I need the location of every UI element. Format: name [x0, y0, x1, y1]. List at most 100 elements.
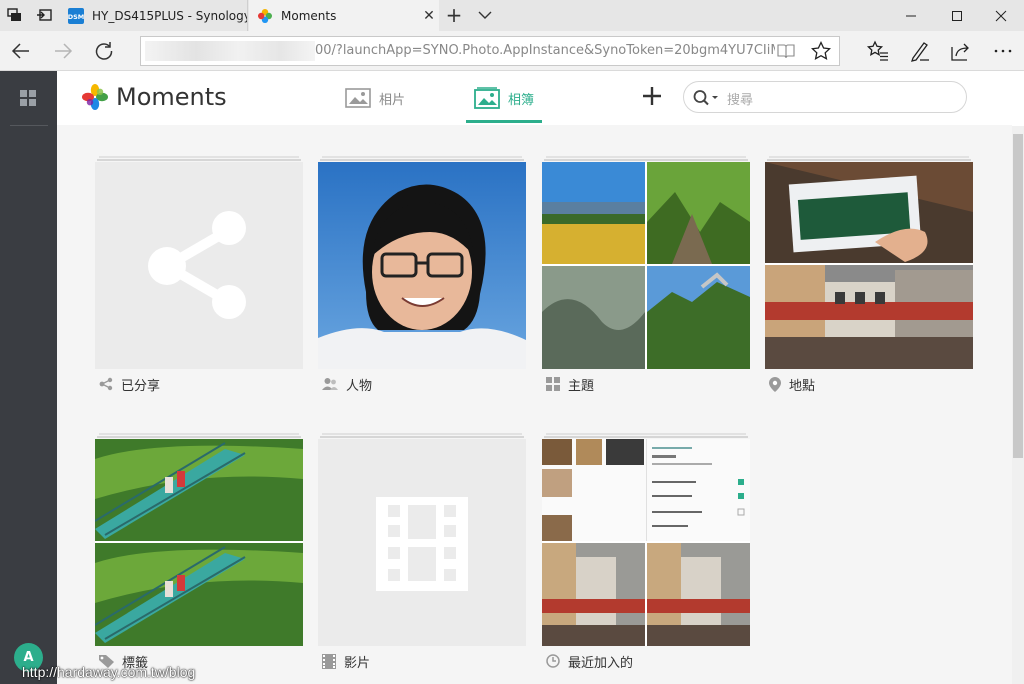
subject-collage	[542, 162, 750, 369]
stack-edge	[320, 436, 524, 438]
album-shared[interactable]: 已分享	[95, 156, 303, 396]
album-label: 主題	[546, 375, 595, 394]
album-label: 地點	[769, 375, 815, 394]
favorites-hub-icon[interactable]	[866, 39, 890, 63]
close-tab-icon[interactable]: ✕	[419, 8, 439, 24]
back-icon[interactable]	[9, 39, 33, 63]
scrollbar[interactable]	[1012, 126, 1024, 684]
tab-dsm[interactable]: DSM HY_DS415PLUS - Synology DiskStation	[60, 0, 248, 31]
stack-edge	[99, 156, 299, 158]
moments-icon	[258, 8, 272, 23]
tab-title: HY_DS415PLUS - Synology DiskStation	[92, 8, 247, 23]
browser-toolbar: 00/?launchApp=SYNO.Photo.AppInstance&Syn…	[0, 31, 1024, 71]
set-tabs-aside-icon[interactable]	[36, 8, 52, 22]
tab-title: Moments	[281, 8, 337, 23]
stack-edge	[546, 433, 746, 435]
album-cover	[542, 439, 750, 646]
minimize-icon	[906, 15, 916, 16]
album-cover	[318, 439, 526, 646]
stack-edge	[544, 436, 748, 438]
album-cover	[542, 162, 750, 369]
stack-edge	[97, 436, 301, 438]
close-window-button[interactable]	[978, 0, 1024, 31]
album-cover	[318, 162, 526, 369]
album-tags[interactable]: 標籤	[95, 433, 303, 673]
main-menu-icon[interactable]	[20, 90, 36, 106]
tab-manager-icon[interactable]	[7, 8, 23, 22]
share-page-icon[interactable]	[949, 39, 973, 63]
add-icon[interactable]	[641, 85, 663, 107]
web-note-icon[interactable]	[908, 39, 932, 63]
stack-edge	[99, 433, 299, 435]
album-places[interactable]: 地點	[765, 156, 973, 396]
album-people[interactable]: 人物	[318, 156, 526, 396]
tab-photos[interactable]: 相片	[345, 71, 405, 125]
album-title: 人物	[346, 378, 373, 394]
minimize-button[interactable]	[888, 0, 934, 31]
stack-edge	[322, 433, 522, 435]
favorite-star-icon[interactable]	[811, 41, 831, 61]
dsm-icon: DSM	[68, 7, 84, 24]
stack-edge	[546, 156, 746, 158]
album-title: 主題	[568, 378, 595, 394]
tag-collage	[95, 439, 303, 646]
album-title: 最近加入的	[568, 655, 634, 671]
clock-icon	[546, 654, 560, 668]
album-title: 已分享	[121, 378, 161, 394]
new-tab-icon[interactable]: +	[444, 4, 464, 26]
stack-edge	[769, 156, 969, 158]
share-placeholder-icon	[95, 162, 303, 369]
address-text: 00/?launchApp=SYNO.Photo.AppInstance&Syn…	[315, 43, 775, 58]
place-collage	[765, 162, 973, 369]
film-placeholder-icon	[318, 439, 526, 646]
close-icon	[995, 10, 1007, 21]
album-videos[interactable]: 影片	[318, 433, 526, 673]
stack-edge	[544, 159, 748, 161]
video-icon	[322, 653, 336, 669]
sidebar-divider	[10, 125, 48, 126]
location-icon	[769, 376, 781, 392]
people-icon	[322, 378, 338, 390]
album-cover	[95, 162, 303, 369]
recent-collage	[542, 439, 750, 646]
watermark: http://hardaway.com.tw/blog	[22, 664, 196, 680]
refresh-icon[interactable]	[92, 39, 116, 63]
scrollbar-thumb[interactable]	[1013, 134, 1023, 458]
app-header: Moments 相片 相簿 搜尋	[57, 71, 1012, 125]
more-icon[interactable]	[991, 39, 1015, 63]
search-icon	[693, 90, 718, 106]
share-icon	[99, 377, 113, 391]
stack-edge	[767, 159, 971, 161]
album-icon	[474, 87, 500, 109]
chevron-down-icon[interactable]	[476, 6, 494, 24]
forward-icon[interactable]	[51, 39, 75, 63]
album-subjects[interactable]: 主題	[542, 156, 750, 396]
photo-icon	[345, 88, 371, 108]
subject-icon	[546, 377, 560, 391]
moments-logo-icon	[82, 84, 108, 110]
maximize-button[interactable]	[934, 0, 980, 31]
tab-photos-label: 相片	[379, 92, 406, 108]
moments-app: Moments 相片 相簿 搜尋 已分享 人物 主題 地點 標籤 影片 最近加入…	[57, 71, 1012, 684]
tab-albums[interactable]: 相簿	[466, 71, 542, 125]
tab-moments[interactable]: Moments ✕	[249, 0, 439, 31]
active-tab-indicator	[466, 120, 542, 123]
album-label: 影片	[322, 652, 371, 671]
address-bar[interactable]: 00/?launchApp=SYNO.Photo.AppInstance&Syn…	[140, 36, 840, 66]
stack-edge	[97, 159, 301, 161]
album-cover	[765, 162, 973, 369]
person-photo	[318, 162, 526, 369]
address-redacted	[145, 41, 315, 61]
stack-edge	[322, 156, 522, 158]
reading-view-icon[interactable]	[777, 43, 795, 59]
album-cover	[95, 439, 303, 646]
search-placeholder: 搜尋	[727, 93, 754, 108]
search-input[interactable]: 搜尋	[683, 81, 967, 113]
album-title: 影片	[344, 655, 371, 671]
app-title: Moments	[116, 83, 227, 111]
browser-tab-strip: DSM HY_DS415PLUS - Synology DiskStation …	[0, 0, 1024, 31]
dsm-favicon-text: DSM	[68, 13, 84, 21]
maximize-icon	[952, 10, 962, 21]
dsm-sidebar: A	[0, 71, 57, 684]
album-recently-added[interactable]: 最近加入的	[542, 433, 750, 673]
